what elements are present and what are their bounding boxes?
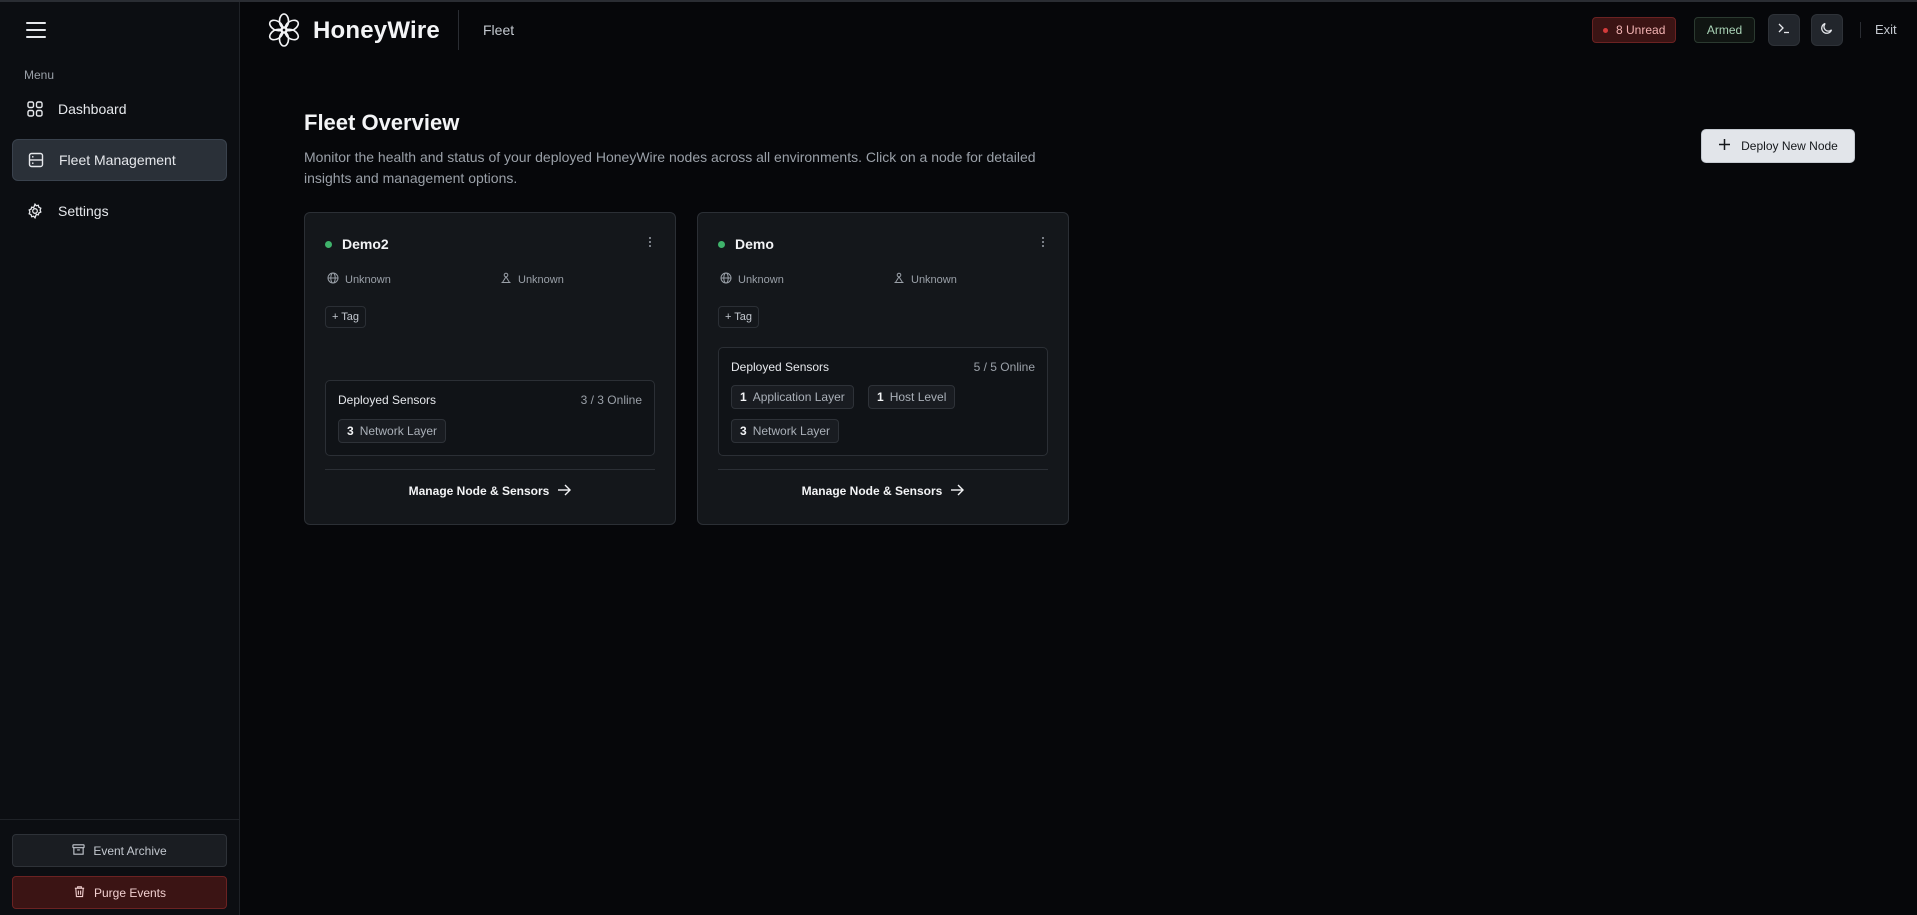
node-name: Demo [735,236,774,252]
purge-events-button[interactable]: Purge Events [12,876,227,909]
node-owner: Unknown [893,272,957,287]
sensor-chip-count: 1 [877,390,884,404]
network-icon [893,272,905,287]
deploy-label: Deploy New Node [1741,139,1838,153]
sensor-chip-count: 3 [347,424,354,438]
node-owner-label: Unknown [518,273,564,286]
moon-icon [1820,21,1834,40]
trash-icon [73,885,86,901]
sidebar-item-label: Dashboard [58,101,127,117]
sensor-chip-count: 1 [740,390,747,404]
sensor-chip-label: Host Level [889,390,947,404]
node-owner: Unknown [500,272,564,287]
manage-node-link[interactable]: Manage Node & Sensors [698,482,1068,500]
node-location: Unknown [720,272,784,287]
node-location: Unknown [327,272,391,287]
alert-dot-icon [1603,27,1608,33]
add-tag-button[interactable]: + Tag [718,306,760,328]
arrow-right-icon [950,484,965,499]
manage-node-label: Manage Node & Sensors [408,484,550,498]
node-owner-label: Unknown [911,273,957,286]
header-divider [1860,22,1861,38]
sensor-chip-count: 3 [740,424,747,438]
sensor-chip-label: Network Layer [359,424,438,438]
sensors-online-count: 3 / 3 Online [580,393,642,407]
event-archive-label: Event Archive [93,843,167,858]
node-status-dot [718,241,725,248]
network-icon [500,272,512,287]
deployed-sensors-panel: Deployed Sensors 3 / 3 Online 3 Network … [325,380,655,456]
globe-icon [327,272,339,287]
sensor-chip: 1 Application Layer [731,385,854,409]
more-options-icon[interactable] [1037,237,1049,251]
terminal-button[interactable] [1768,14,1800,46]
node-name: Demo2 [342,236,389,252]
sensor-chip-label: Network Layer [752,424,831,438]
sensor-chip: 1 Host Level [868,385,956,409]
top-bar: HoneyWire Fleet 8 Unread Armed Exit [241,2,1917,58]
node-card-demo[interactable]: Demo Unknown Unknown + Tag Deployed Sens… [697,212,1069,525]
manage-node-link[interactable]: Manage Node & Sensors [305,482,675,500]
sensor-chip: 3 Network Layer [731,419,840,443]
purge-events-label: Purge Events [93,885,167,900]
node-status-dot [325,241,332,248]
armed-status-badge[interactable]: Armed [1694,17,1755,43]
unread-alerts-badge[interactable]: 8 Unread [1592,17,1677,43]
gear-icon [26,202,44,220]
deployed-sensors-panel: Deployed Sensors 5 / 5 Online 1 Applicat… [718,347,1048,456]
theme-toggle-button[interactable] [1811,14,1843,46]
node-location-label: Unknown [345,273,391,286]
sidebar-item-label: Fleet Management [59,152,176,168]
breadcrumb-current-page: Fleet [483,22,515,38]
sensors-title: Deployed Sensors [338,393,437,407]
deploy-new-node-button[interactable]: Deploy New Node [1701,129,1855,163]
plus-icon [1718,138,1731,154]
event-archive-button[interactable]: Event Archive [12,834,227,867]
sensor-chip: 3 Network Layer [338,419,447,443]
menu-toggle-icon[interactable] [26,22,46,38]
menu-caption: Menu [24,68,55,82]
add-tag-button[interactable]: + Tag [325,306,367,328]
sensor-chip-label: Application Layer [752,390,845,404]
unread-label: 8 Unread [1616,23,1666,37]
sidebar-item-dashboard[interactable]: Dashboard [12,88,227,130]
sidebar-item-label: Settings [58,203,109,219]
sensors-online-count: 5 / 5 Online [973,360,1035,374]
manage-node-label: Manage Node & Sensors [801,484,943,498]
sensors-title: Deployed Sensors [731,360,830,374]
card-divider [718,469,1048,470]
card-divider [325,469,655,470]
terminal-icon [1777,21,1791,40]
header-divider [458,10,459,50]
app-title: HoneyWire [313,17,440,44]
more-options-icon[interactable] [644,237,656,251]
node-location-label: Unknown [738,273,784,286]
grid-icon [26,100,44,118]
page-description: Monitor the health and status of your de… [304,149,1036,186]
page-title: Fleet Overview [304,110,460,135]
sidebar-item-fleet-management[interactable]: Fleet Management [12,139,227,181]
honeywire-logo-icon [267,13,301,47]
archive-icon [72,843,85,859]
sidebar-item-settings[interactable]: Settings [12,190,227,232]
globe-icon [720,272,732,287]
server-icon [27,151,45,169]
sidebar-footer: Event Archive Purge Events [0,819,239,915]
arrow-right-icon [557,484,572,499]
node-card-demo2[interactable]: Demo2 Unknown Unknown + Tag Deployed Sen… [304,212,676,525]
exit-button[interactable]: Exit [1875,22,1897,37]
sidebar: Menu Dashboard Fleet Management Settings… [0,2,240,915]
